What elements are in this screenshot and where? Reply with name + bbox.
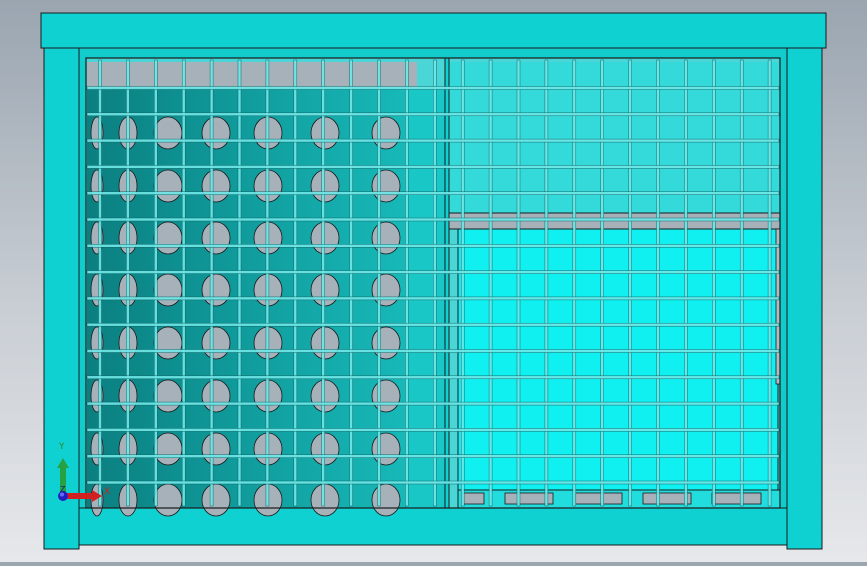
hole (310, 169, 340, 203)
mesh-horizontal-wire (86, 401, 780, 406)
mesh-horizontal-wire (86, 375, 780, 380)
mesh-vertical-wire (656, 59, 660, 507)
pocket (574, 492, 623, 505)
pocket-row (461, 492, 762, 505)
hole (201, 273, 231, 307)
mesh-vertical-wire (488, 59, 493, 507)
hole (201, 221, 231, 255)
mesh-horizontal-wire (86, 454, 780, 458)
mesh-vertical-wire (739, 59, 744, 507)
mesh-horizontal-wire (86, 86, 780, 90)
hole (201, 379, 231, 413)
mesh-vertical-wire (600, 59, 604, 507)
mesh-horizontal-wire (86, 217, 780, 222)
hole (371, 273, 401, 307)
hole (201, 116, 231, 150)
mesh-vertical-wire (349, 59, 353, 507)
hole (310, 221, 340, 255)
center-divider (444, 57, 450, 509)
mesh-horizontal-wire (86, 322, 780, 327)
upper-right-panel (449, 62, 780, 213)
mesh-vertical-wire (405, 59, 409, 507)
mesh-vertical-wire (684, 59, 688, 507)
mesh-vertical-wire (712, 59, 716, 507)
hole (153, 379, 183, 413)
mesh-horizontal-wire (86, 296, 780, 301)
mesh-vertical-wire (237, 59, 242, 507)
hole (153, 221, 183, 255)
pocket (711, 492, 762, 505)
triad-x-label: X (104, 487, 111, 497)
mesh-vertical-wire (293, 59, 298, 507)
mesh-vertical-wire (126, 59, 130, 507)
top-beam[interactable] (40, 12, 827, 49)
mesh-horizontal-wire (86, 138, 780, 143)
pocket (461, 492, 485, 505)
hole (201, 483, 231, 517)
mesh-vertical-wire (98, 59, 102, 507)
graphics-viewport[interactable]: X Y Z (0, 0, 867, 562)
hole (371, 326, 401, 360)
hole (310, 326, 340, 360)
mesh-vertical-wire (767, 59, 772, 507)
mesh-vertical-wire (377, 59, 381, 507)
hole (153, 326, 183, 360)
mesh-horizontal-wire (86, 428, 780, 432)
mesh-horizontal-wire (86, 349, 780, 353)
hole (201, 326, 231, 360)
mesh-vertical-wire (154, 59, 158, 507)
mesh-vertical-wire (572, 59, 577, 507)
mesh-vertical-wire (460, 59, 465, 507)
hole (371, 483, 401, 517)
mesh-vertical-wire (321, 59, 325, 507)
mesh-horizontal-wire (86, 270, 780, 274)
triad-y-label: Y (59, 442, 65, 452)
hole (371, 169, 401, 203)
hole (201, 432, 231, 466)
lid-face (457, 228, 779, 491)
hole (310, 116, 340, 150)
hole (310, 273, 340, 307)
hole (153, 116, 183, 150)
hole (371, 432, 401, 466)
mesh-horizontal-wire (86, 165, 780, 169)
hole (201, 169, 231, 203)
top-gap-opening (87, 62, 417, 88)
hole (371, 221, 401, 255)
bottom-beam[interactable] (78, 507, 788, 546)
hole (310, 432, 340, 466)
mesh-vertical-wire (433, 59, 437, 507)
hole (310, 379, 340, 413)
pocket (642, 492, 692, 505)
hole (371, 379, 401, 413)
hole (371, 116, 401, 150)
hole (153, 483, 183, 517)
mesh-horizontal-wire (86, 480, 780, 485)
lid-panel[interactable] (448, 212, 781, 509)
mesh-vertical-wire (628, 59, 632, 507)
hole (153, 432, 183, 466)
mesh-horizontal-wire (86, 244, 780, 248)
mesh-horizontal-wire (86, 112, 780, 117)
mesh-horizontal-wire (86, 191, 780, 195)
mesh-vertical-wire (181, 59, 186, 507)
triad-z-label: Z (60, 485, 66, 494)
mesh-vertical-wire (209, 59, 214, 507)
mesh-vertical-wire (265, 59, 270, 507)
hole (153, 169, 183, 203)
right-post[interactable] (786, 47, 823, 550)
hole (153, 273, 183, 307)
mesh-vertical-wire (544, 59, 549, 507)
cad-model-view[interactable] (0, 0, 867, 562)
mesh-vertical-wire (516, 59, 521, 507)
hole (310, 483, 340, 517)
